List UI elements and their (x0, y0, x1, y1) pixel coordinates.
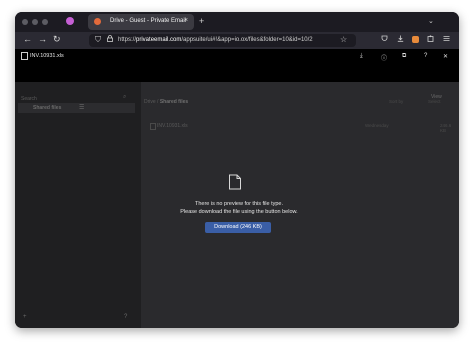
folder-sidebar: Search ⌕ Shared files ☰ + ? (15, 82, 141, 328)
viewer-header: INV.10931.xls ⤓ ⓘ ⧉ ? ✕ (15, 49, 459, 82)
reload-button[interactable]: ↻ (53, 34, 61, 45)
sidebar-help-icon[interactable]: ? (124, 314, 127, 320)
breadcrumb-current: Shared files (159, 99, 189, 105)
url-bar[interactable]: ⛉ https://privateemail.com/appsuite/ui#!… (89, 34, 356, 47)
nav-toolbar: ← → ↻ ⛉ https://privateemail.com/appsuit… (15, 32, 459, 49)
list-icon: ☰ (79, 105, 85, 111)
breadcrumb: Drive / Shared files (144, 99, 189, 105)
favicon-icon (94, 18, 101, 25)
url-text[interactable]: https://privateemail.com/appsuite/ui#!&a… (118, 37, 313, 43)
list-tabs-icon[interactable]: ⌄ (428, 17, 434, 25)
document-icon (228, 174, 242, 190)
tab-drive[interactable]: Drive - Guest - Private Email × (88, 14, 194, 30)
sidebar-item-shared-files[interactable]: Shared files ☰ (18, 103, 135, 113)
file-icon (150, 123, 156, 130)
info-icon[interactable]: ⓘ (381, 53, 387, 62)
downloads-icon[interactable] (397, 35, 404, 44)
zoom-window-button[interactable] (42, 19, 48, 25)
row-file-name: INV.10931.xls (157, 123, 188, 129)
download-icon[interactable]: ⤓ (360, 53, 363, 60)
back-button[interactable]: ← (23, 34, 32, 44)
breadcrumb-root[interactable]: Drive (144, 99, 156, 105)
browser-window: Drive - Guest - Private Email × + ⌄ ← → … (15, 12, 459, 328)
tab-bar: Drive - Guest - Private Email × + ⌄ (15, 12, 459, 32)
new-tab-button[interactable]: + (199, 16, 204, 26)
app-menu-icon[interactable] (443, 35, 450, 44)
help-icon[interactable]: ? (424, 53, 427, 59)
forward-button[interactable]: → (38, 34, 47, 44)
table-row[interactable]: INV.10931.xls Wednesday 246.6 KB (147, 122, 457, 133)
lock-icon[interactable] (107, 35, 113, 44)
bookmark-star-icon[interactable]: ☆ (340, 35, 347, 44)
download-button[interactable]: Download (246 KB) (205, 222, 271, 233)
tracking-protection-icon[interactable]: ⛉ (95, 35, 101, 45)
extension-icon[interactable] (412, 36, 419, 43)
row-date: Wednesday (365, 123, 389, 128)
sidebar-item-label: Shared files (33, 105, 62, 111)
row-size: 246.6 KB (440, 123, 452, 133)
viewer-file-name: INV.10931.xls (30, 53, 64, 59)
select-dropdown[interactable]: Select (428, 99, 441, 104)
search-icon[interactable]: ⌕ (123, 94, 126, 101)
popout-icon[interactable]: ⧉ (402, 53, 406, 60)
close-viewer-icon[interactable]: ✕ (443, 53, 448, 60)
search-input[interactable]: Search (21, 96, 37, 102)
pocket-icon[interactable] (381, 35, 388, 44)
file-icon (21, 52, 28, 60)
tab-close-icon[interactable]: × (184, 17, 188, 24)
sort-dropdown[interactable]: Sort by (389, 99, 403, 104)
no-preview-message: There is no preview for this file type. (194, 201, 284, 207)
minimize-window-button[interactable] (32, 19, 38, 25)
private-browsing-icon (66, 17, 74, 25)
add-folder-icon[interactable]: + (23, 314, 27, 320)
tab-title: Drive - Guest - Private Email (110, 18, 187, 24)
download-instruction: Please download the file using the butto… (180, 209, 298, 215)
close-window-button[interactable] (22, 19, 28, 25)
extensions-puzzle-icon[interactable] (427, 35, 434, 44)
